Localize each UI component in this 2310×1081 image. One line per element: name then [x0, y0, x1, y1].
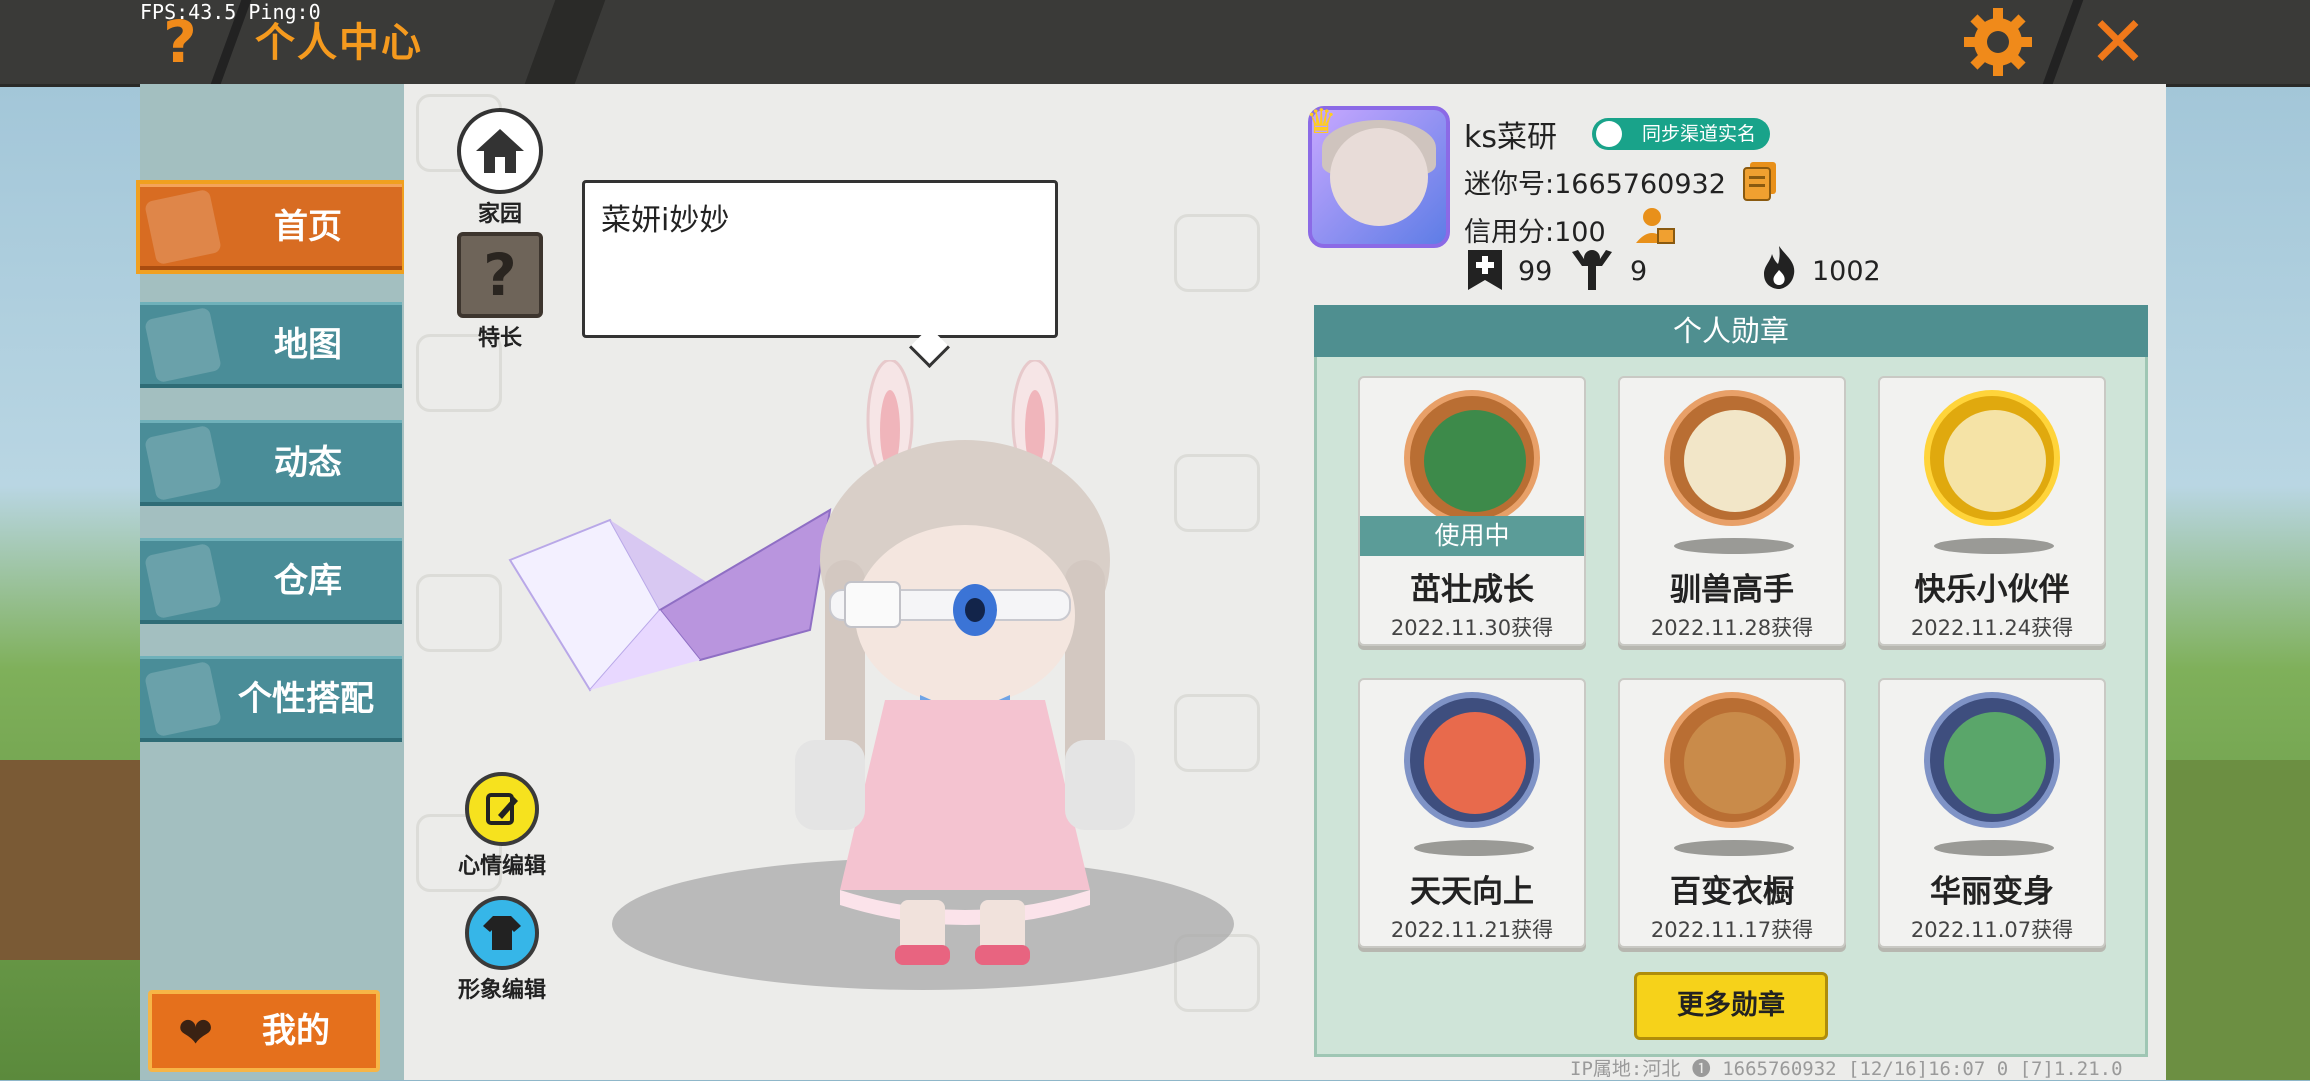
medal-date: 2022.11.30获得	[1390, 616, 1554, 640]
user-icon	[1596, 121, 1622, 147]
heart-icon: ❤	[178, 1008, 214, 1057]
fans-icon	[1568, 246, 1612, 290]
medal-panel-header: 个人勋章	[1314, 305, 2148, 357]
talent-label: 特长	[477, 326, 522, 351]
realname-badge[interactable]: 同步渠道实名	[1592, 118, 1770, 150]
mood-text: 菜妍i妙妙	[601, 203, 730, 238]
nav-item-outfit[interactable]: 个性搭配	[140, 656, 402, 742]
talent-button[interactable]: ? 特长	[450, 232, 550, 352]
player-character[interactable]	[790, 360, 1170, 970]
map-icon	[144, 306, 222, 384]
mine-button[interactable]: ❤ 我的	[148, 990, 380, 1072]
page-title: 个人中心	[255, 20, 423, 66]
medal-name: 驯兽高手	[1670, 572, 1794, 608]
nav-item-home[interactable]: 首页	[136, 180, 406, 274]
nav-item-label: 地图	[274, 325, 342, 365]
medal-name: 快乐小伙伴	[1914, 572, 2070, 608]
medal-card[interactable]: 使用中 茁壮成长 2022.11.30获得	[1358, 376, 1586, 646]
medal-card[interactable]: 快乐小伙伴 2022.11.24获得	[1878, 376, 2106, 646]
nav-item-label: 个性搭配	[238, 679, 374, 719]
wardrobe-medal-icon	[1664, 692, 1800, 828]
look-edit-label: 形象编辑	[457, 978, 546, 1003]
medal-card[interactable]: 驯兽高手 2022.11.28获得	[1618, 376, 1846, 646]
friends-count: 99	[1518, 256, 1553, 287]
mine-label: 我的	[262, 1011, 330, 1051]
shirt-icon	[465, 896, 539, 970]
bell-icon	[144, 424, 222, 502]
nav-item-label: 首页	[274, 207, 342, 247]
mini-id: 迷你号:1665760932	[1464, 169, 1726, 200]
heat-count: 1002	[1812, 256, 1881, 287]
home-button[interactable]: 家园	[450, 108, 550, 228]
medal-date: 2022.11.28获得	[1650, 616, 1814, 640]
close-x-icon: ✕	[2088, 1, 2148, 83]
fans-count: 9	[1630, 256, 1648, 287]
medal-name: 百变衣橱	[1670, 874, 1794, 910]
footer-info: IP属地:河北 ❶ 1665760932 [12/16]16:07 0 [7]1…	[1570, 1058, 2123, 1080]
player-name: ks菜研	[1464, 120, 1558, 155]
friends-medal-icon	[1924, 390, 2060, 526]
medal-card[interactable]: 华丽变身 2022.11.07获得	[1878, 678, 2106, 948]
medal-name: 天天向上	[1410, 874, 1534, 910]
crown-icon: ♛	[1306, 102, 1337, 142]
nav-item-label: 动态	[274, 443, 342, 483]
home-icon	[144, 188, 222, 266]
medal-date: 2022.11.21获得	[1390, 918, 1554, 942]
medal-date: 2022.11.07获得	[1910, 918, 2074, 942]
house-icon	[457, 108, 543, 194]
medal-name: 华丽变身	[1930, 874, 2054, 910]
mood-speech-bubble: 菜妍i妙妙	[582, 180, 1058, 369]
edit-pencil-icon	[465, 772, 539, 846]
medal-name: 茁壮成长	[1410, 572, 1534, 608]
frog-medal-icon	[1404, 390, 1540, 526]
mood-edit-button[interactable]: 心情编辑	[452, 772, 552, 880]
medal-card[interactable]: 天天向上 2022.11.21获得	[1358, 678, 1586, 948]
unicorn-medal-icon	[1664, 390, 1800, 526]
add-friend-icon	[1466, 248, 1504, 290]
credit-user-icon[interactable]	[1634, 205, 1675, 244]
gear-icon	[1964, 8, 2032, 76]
close-button[interactable]: ✕	[2080, 6, 2156, 78]
question-mark-icon: ?	[457, 232, 543, 318]
nav-item-label: 仓库	[274, 561, 342, 601]
look-edit-button[interactable]: 形象编辑	[452, 896, 552, 1004]
nav-item-feed[interactable]: 动态	[140, 420, 402, 506]
realname-badge-label: 同步渠道实名	[1641, 123, 1756, 145]
flame-icon	[1760, 244, 1798, 289]
calendar-medal-icon	[1404, 692, 1540, 828]
dinosaur-medal-icon	[1924, 692, 2060, 828]
home-label: 家园	[477, 202, 522, 227]
medal-card[interactable]: 百变衣橱 2022.11.17获得	[1618, 678, 1846, 948]
avatar[interactable]: ♛	[1306, 102, 1450, 248]
nav-item-storage[interactable]: 仓库	[140, 538, 402, 624]
mood-edit-label: 心情编辑	[457, 854, 546, 879]
copy-icon[interactable]	[1742, 160, 1780, 201]
in-use-tag: 使用中	[1360, 516, 1584, 556]
medal-date: 2022.11.17获得	[1650, 918, 1814, 942]
settings-button[interactable]	[1960, 4, 2036, 80]
medal-date: 2022.11.24获得	[1910, 616, 2074, 640]
more-medals-button[interactable]: 更多勋章	[1634, 972, 1828, 1040]
warehouse-icon	[144, 542, 222, 620]
credit-score: 信用分:100	[1464, 217, 1606, 248]
nav-item-map[interactable]: 地图	[140, 302, 402, 388]
